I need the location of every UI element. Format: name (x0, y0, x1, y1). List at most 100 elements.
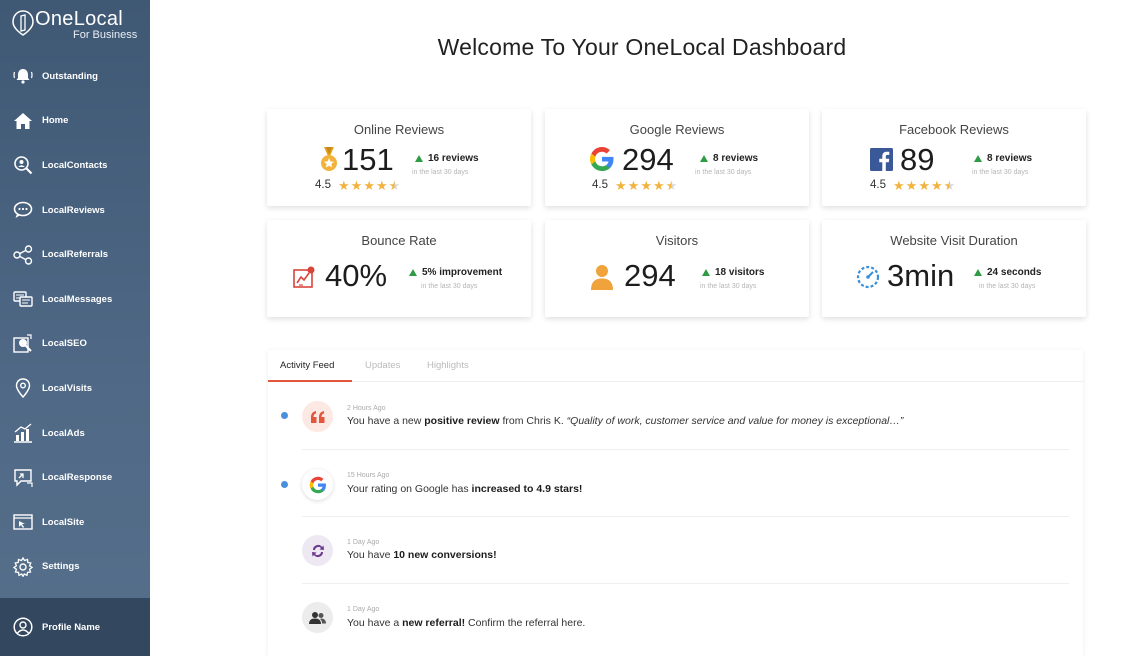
card-title: Online Reviews (353, 122, 445, 137)
sidebar-item-label: Home (42, 115, 69, 127)
feed-time: 2 Hours Ago (347, 405, 386, 412)
feed-tabs: Activity Feed Updates Highlights (268, 350, 1083, 382)
delta-period: in the last 30 days (700, 283, 757, 290)
chat-bubble-icon (12, 199, 34, 221)
visitors-count: 294 (624, 258, 676, 293)
rating-value: 4.5 (870, 179, 886, 191)
facebook-reviews-card[interactable]: Facebook Reviews 89 4.5 ★ ★ ★ ★ ★ 8 reviews … (822, 109, 1086, 206)
star-icon: ★ (943, 178, 956, 193)
delta-indicator: 18 visitors (702, 267, 764, 278)
feed-item[interactable]: 1 Day Ago You have a new referral! Confi… (268, 584, 1083, 651)
activity-feed-panel: Activity Feed Updates Highlights 2 Hours… (268, 350, 1083, 656)
facebook-icon (870, 148, 893, 171)
star-icon: ★ (615, 178, 627, 193)
medal-icon (321, 147, 337, 171)
feed-message: You have 10 new conversions! (347, 549, 497, 561)
tab-highlights[interactable]: Highlights (427, 360, 469, 371)
up-arrow-icon (974, 269, 982, 276)
msg-bold: 10 new conversions! (393, 549, 497, 561)
sidebar-item-label: LocalSEO (42, 338, 87, 350)
star-rating: ★ ★ ★ ★ ★ (338, 179, 400, 192)
location-pin-icon (12, 377, 34, 399)
star-icon: ★ (652, 178, 665, 193)
star-rating: ★ ★ ★ ★ ★ (615, 179, 677, 192)
star-icon: ★ (665, 178, 678, 193)
feed-time: 1 Day Ago (347, 539, 380, 546)
sidebar-item-localcontacts[interactable]: LocalContacts (0, 143, 150, 188)
sidebar-nav: Outstanding Home LocalContacts LocalRevi… (0, 54, 150, 589)
google-reviews-card[interactable]: Google Reviews 294 4.5 ★ ★ ★ ★ ★ 8 reviews i… (545, 109, 809, 206)
sidebar-item-settings[interactable]: Settings (0, 545, 150, 590)
delta-text: 16 reviews (428, 153, 479, 164)
visitors-card[interactable]: Visitors 294 18 visitors in the last 30 … (545, 220, 809, 317)
contacts-search-icon (12, 154, 34, 176)
delta-text: 24 seconds (987, 267, 1042, 278)
visit-duration-card[interactable]: Website Visit Duration 3min 24 seconds i… (822, 220, 1086, 317)
sidebar-item-localreviews[interactable]: LocalReviews (0, 188, 150, 233)
response-icon (12, 467, 34, 489)
bounce-rate-card[interactable]: Bounce Rate 40% 5% improvement in the la… (267, 220, 531, 317)
delta-period: in the last 30 days (979, 283, 1036, 290)
delta-indicator: 8 reviews (974, 153, 1032, 164)
page-title: Welcome To Your OneLocal Dashboard (437, 34, 847, 60)
sidebar-item-home[interactable]: Home (0, 99, 150, 144)
tab-updates[interactable]: Updates (365, 360, 400, 371)
feed-item[interactable]: 15 Hours Ago Your rating on Google has i… (268, 450, 1083, 517)
share-icon (12, 244, 34, 266)
profile-menu[interactable]: Profile Name (0, 598, 150, 656)
up-arrow-icon (700, 155, 708, 162)
star-icon: ★ (388, 178, 401, 193)
person-icon (591, 265, 613, 290)
feed-item[interactable]: 2 Hours Ago You have a new positive revi… (268, 383, 1083, 450)
up-arrow-icon (415, 155, 423, 162)
bell-icon (12, 65, 34, 87)
star-icon: ★ (350, 178, 363, 193)
delta-indicator: 24 seconds (974, 267, 1041, 278)
sidebar-item-localreferrals[interactable]: LocalReferrals (0, 232, 150, 277)
feed-item[interactable]: 1 Day Ago You have 10 new conversions! (268, 517, 1083, 584)
sidebar-item-localmessages[interactable]: LocalMessages (0, 277, 150, 322)
sidebar-item-label: Outstanding (42, 70, 98, 82)
delta-indicator: 8 reviews (700, 153, 758, 164)
ads-chart-icon (12, 422, 34, 444)
quote-icon (302, 401, 333, 432)
google-icon (302, 469, 333, 500)
rating-value: 4.5 (315, 179, 331, 191)
card-title: Visitors (655, 233, 699, 248)
online-reviews-count: 151 (342, 142, 394, 177)
feed-time: 1 Day Ago (347, 606, 380, 613)
msg-text: You have a (347, 617, 403, 629)
sidebar-item-localads[interactable]: LocalAds (0, 411, 150, 456)
msg-text: Your rating on Google has (347, 483, 472, 495)
card-title: Bounce Rate (361, 233, 437, 248)
delta-indicator: 16 reviews (415, 153, 479, 164)
delta-period: in the last 30 days (695, 169, 752, 176)
sidebar-item-outstanding[interactable]: Outstanding (0, 54, 150, 99)
sidebar-item-localsite[interactable]: LocalSite (0, 500, 150, 545)
sidebar-item-localvisits[interactable]: LocalVisits (0, 366, 150, 411)
star-icon: ★ (918, 178, 930, 193)
user-circle-icon (12, 616, 34, 638)
sidebar-item-label: LocalSite (42, 516, 85, 528)
star-icon: ★ (375, 178, 388, 193)
delta-text: 8 reviews (713, 153, 759, 164)
profile-name: Profile Name (42, 621, 101, 633)
sidebar-item-localseo[interactable]: LocalSEO (0, 322, 150, 367)
google-reviews-count: 294 (622, 142, 674, 177)
sidebar-item-label: LocalMessages (42, 293, 113, 305)
up-arrow-icon (409, 269, 417, 276)
refresh-icon (302, 535, 333, 566)
tab-activity-feed[interactable]: Activity Feed (280, 360, 334, 371)
brand-name: OneLocal (35, 8, 124, 30)
seo-icon (12, 333, 34, 355)
card-title: Website Visit Duration (890, 233, 1018, 248)
visit-duration-value: 3min (887, 258, 955, 293)
online-reviews-card[interactable]: Online Reviews 151 4.5 ★ ★ ★ ★ ★ 16 reviews … (267, 109, 531, 206)
star-icon: ★ (930, 178, 943, 193)
rating-value: 4.5 (592, 179, 608, 191)
msg-bold: positive review (424, 415, 500, 427)
brand-logo[interactable]: OneLocal For Business (12, 8, 142, 44)
brand-subtitle: For Business (73, 29, 138, 41)
msg-text: You have (347, 549, 394, 561)
sidebar-item-localresponse[interactable]: LocalResponse (0, 455, 150, 500)
